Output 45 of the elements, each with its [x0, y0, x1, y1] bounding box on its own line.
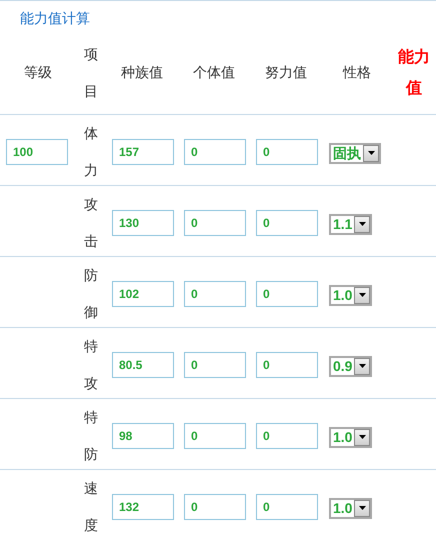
column-header: 性格 [343, 63, 371, 82]
nature-select[interactable]: 1.0 [329, 498, 372, 518]
iv-field[interactable]: 0 [184, 139, 246, 165]
ev-field[interactable]: 0 [256, 210, 318, 236]
caret-icon [358, 435, 366, 439]
column-header: 等级 [24, 63, 52, 82]
ev-field[interactable]: 0 [256, 352, 318, 378]
base-stat-field[interactable]: 80.5 [112, 352, 174, 378]
stat-name: 攻击 [84, 195, 98, 251]
nature-select[interactable]: 0.9 [329, 356, 372, 376]
caret-icon [358, 364, 366, 368]
stat-name: 特攻 [84, 337, 98, 393]
section-title: 能力值计算 [20, 9, 90, 28]
stat-name: 防御 [84, 266, 98, 322]
caret-icon [358, 293, 366, 297]
column-header: 项目 [84, 44, 98, 100]
nature-select[interactable]: 固执 [329, 142, 381, 164]
caret-icon [358, 506, 366, 510]
iv-field[interactable]: 0 [184, 210, 246, 236]
iv-field[interactable]: 0 [184, 494, 246, 520]
ev-field[interactable]: 0 [256, 281, 318, 307]
caret-icon [358, 222, 366, 226]
iv-field[interactable]: 0 [184, 281, 246, 307]
column-header: 个体值 [193, 63, 235, 82]
base-stat-field[interactable]: 102 [112, 281, 174, 307]
iv-field[interactable]: 0 [184, 352, 246, 378]
caret-icon [368, 151, 374, 155]
base-stat-field[interactable]: 132 [112, 494, 174, 520]
base-stat-field[interactable]: 98 [112, 423, 174, 449]
base-stat-field[interactable]: 157 [112, 139, 174, 165]
ev-field[interactable]: 0 [256, 494, 318, 520]
iv-field[interactable]: 0 [184, 423, 246, 449]
column-header: 种族值 [121, 63, 163, 82]
nature-select[interactable]: 1.0 [329, 284, 372, 306]
stat-name: 速度 [84, 479, 98, 535]
ev-field[interactable]: 0 [256, 139, 318, 165]
column-header: 努力值 [265, 63, 307, 82]
level-field[interactable]: 100 [6, 139, 68, 165]
nature-select[interactable]: 1.0 [329, 426, 372, 448]
ev-field[interactable]: 0 [256, 423, 318, 449]
column-header: 能力值 [398, 48, 430, 98]
stat-name: 体力 [84, 124, 98, 180]
stat-name: 特防 [84, 408, 98, 464]
nature-select[interactable]: 1.1 [329, 214, 372, 234]
base-stat-field[interactable]: 130 [112, 210, 174, 236]
